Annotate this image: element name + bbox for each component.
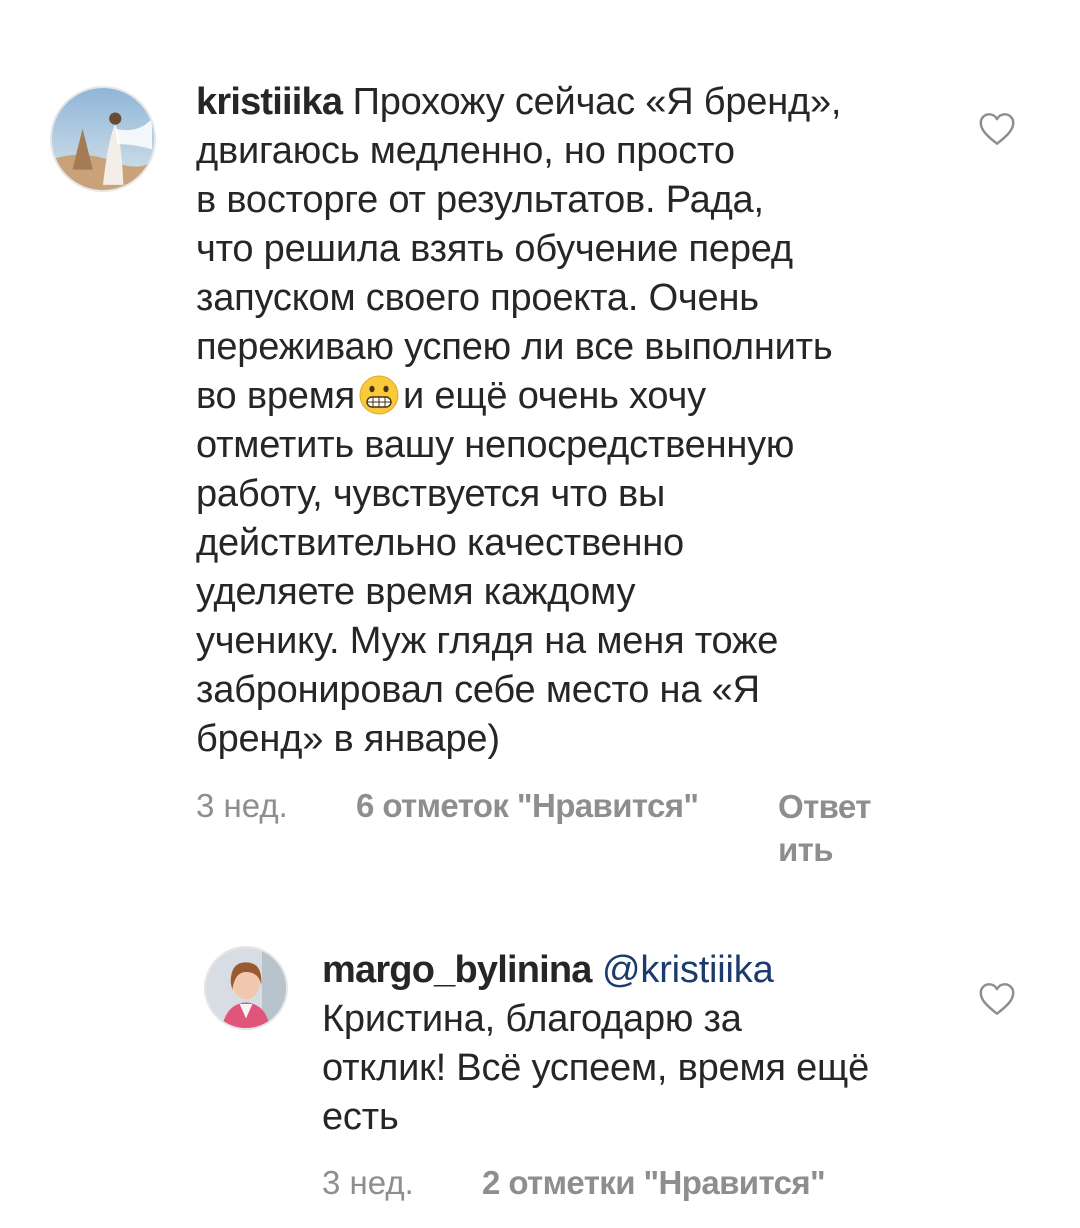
reply-label-line: Ответ (778, 788, 871, 825)
grimacing-face-emoji-icon (359, 375, 399, 415)
reply-first-line: margo_bylinina @kristiiika (322, 946, 869, 995)
reply-text-line: отклик! Всё успеем, время ещё (322, 1047, 870, 1089)
comment-first-line: kristiiika Прохожу сейчас «Я бренд», (196, 78, 841, 127)
comment-text: kristiiika Прохожу сейчас «Я бренд», дви… (196, 78, 841, 764)
likes-count-button[interactable]: 2 отметки "Нравится" (482, 1162, 826, 1204)
reply-username[interactable]: margo_bylinina (322, 949, 592, 991)
comment-text-fragment: и ещё очень хочу (403, 375, 706, 417)
comment-text-line: двигаюсь медленно, но просто (196, 130, 735, 172)
heart-outline-icon[interactable] (978, 112, 1016, 146)
reply-text: margo_bylinina @kristiiika Кристина, бла… (322, 946, 869, 1142)
reply-text-line: есть (322, 1096, 399, 1138)
reply-text-line: Кристина, благодарю за (322, 998, 742, 1040)
reply-comment-item: margo_bylinina @kristiiika Кристина, бла… (0, 920, 1080, 1220)
comment-time: 3 нед. (196, 787, 288, 824)
avatar-photo (52, 88, 154, 190)
comment-text-line: в восторге от результатов. Рада, (196, 179, 764, 221)
avatar[interactable] (204, 946, 288, 1030)
likes-count-button[interactable]: 6 отметок "Нравится" (356, 785, 699, 827)
avatar[interactable] (50, 86, 156, 192)
comment-text-line: ученику. Муж глядя на меня тоже (196, 620, 779, 662)
comment-text-line: работу, чувствуется что вы (196, 473, 666, 515)
comment-item: kristiiika Прохожу сейчас «Я бренд», дви… (0, 0, 1080, 880)
comment-text-line: действительно качественно (196, 522, 684, 564)
mention-link[interactable]: @kristiiika (602, 949, 774, 991)
comment-text-line: бренд» в январе) (196, 718, 500, 760)
comment-text-line: Прохожу сейчас «Я бренд», (352, 81, 842, 123)
comment-username[interactable]: kristiiika (196, 81, 343, 123)
comment-text-line: переживаю успею ли все выполнить (196, 326, 833, 368)
comment-text-line: запуском своего проекта. Очень (196, 277, 759, 319)
comment-text-line: отметить вашу непосредственную (196, 424, 795, 466)
comment-text-fragment: во время (196, 375, 356, 417)
comment-text-line: уделяете время каждому (196, 571, 636, 613)
comment-text-line-with-emoji: во время и ещё очень хочу (196, 372, 841, 421)
heart-outline-icon[interactable] (978, 982, 1016, 1016)
comment-text-line: что решила взять обучение перед (196, 228, 793, 270)
comment-text-line: забронировал себе место на «Я (196, 669, 760, 711)
reply-button[interactable]: Ответ ить (778, 785, 871, 871)
avatar-photo (206, 948, 286, 1028)
reply-time: 3 нед. (322, 1164, 414, 1201)
reply-label-line: ить (778, 831, 834, 868)
